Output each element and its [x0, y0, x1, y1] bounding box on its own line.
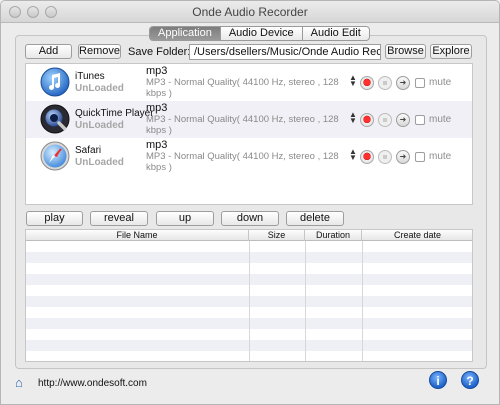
title-bar: Onde Audio Recorder [1, 1, 499, 23]
record-button[interactable] [360, 76, 374, 90]
add-button[interactable]: Add [25, 44, 72, 59]
quality-selector[interactable]: MP3 - Normal Quality( 44100 Hz, stereo ,… [146, 114, 351, 136]
stop-button[interactable] [378, 150, 392, 164]
home-icon[interactable]: ⌂ [15, 375, 23, 390]
column-divider [305, 241, 306, 361]
tab-audio-edit[interactable]: Audio Edit [303, 27, 369, 40]
record-button[interactable] [360, 150, 374, 164]
website-link[interactable]: http://www.ondesoft.com [38, 378, 147, 389]
app-status: UnLoaded [75, 120, 124, 131]
app-window: Onde Audio Recorder Application Audio De… [0, 0, 500, 405]
column-header-duration[interactable]: Duration [305, 230, 362, 241]
format-value: mp3 [146, 102, 168, 114]
save-folder-label: Save Folder: [128, 46, 191, 58]
export-button[interactable]: ➜ [396, 76, 410, 90]
safari-icon [40, 141, 70, 171]
play-button[interactable]: play [26, 211, 83, 226]
window-title: Onde Audio Recorder [192, 5, 308, 19]
column-divider [362, 241, 363, 361]
explore-button[interactable]: Explore [430, 44, 472, 59]
table-header: File Name Size Duration Create date [26, 230, 472, 241]
app-name: QuickTime Player [75, 108, 154, 119]
app-name: Safari [75, 145, 102, 156]
mute-label: mute [429, 114, 452, 125]
quality-selector[interactable]: MP3 - Normal Quality( 44100 Hz, stereo ,… [146, 151, 351, 173]
mute-label: mute [429, 77, 452, 88]
quality-selector[interactable]: MP3 - Normal Quality( 44100 Hz, stereo ,… [146, 77, 351, 99]
help-icon[interactable]: ? [461, 371, 479, 389]
export-button[interactable]: ➜ [396, 113, 410, 127]
export-button[interactable]: ➜ [396, 150, 410, 164]
column-header-create-date[interactable]: Create date [362, 230, 472, 241]
app-row[interactable]: iTunes UnLoaded mp3 MP3 - Normal Quality… [26, 64, 472, 101]
reveal-button[interactable]: reveal [90, 211, 148, 226]
column-divider [249, 241, 250, 361]
file-table: File Name Size Duration Create date [25, 229, 473, 362]
quality-stepper-icon[interactable]: ▲ ▼ [349, 74, 357, 88]
save-folder-field[interactable]: /Users/dsellers/Music/Onde Audio Recorde [189, 44, 381, 60]
down-button[interactable]: down [221, 211, 279, 226]
remove-button[interactable]: Remove [78, 44, 121, 59]
format-value: mp3 [146, 139, 168, 151]
app-name: iTunes [75, 71, 105, 82]
mute-checkbox[interactable] [415, 152, 425, 162]
quality-stepper-icon[interactable]: ▲ ▼ [349, 148, 357, 162]
browse-button[interactable]: Browse [385, 44, 426, 59]
up-button[interactable]: up [156, 211, 214, 226]
mute-checkbox[interactable] [415, 78, 425, 88]
app-status: UnLoaded [75, 83, 124, 94]
quicktime-icon [40, 104, 70, 134]
app-row[interactable]: QuickTime Player UnLoaded mp3 MP3 - Norm… [26, 101, 472, 138]
record-button[interactable] [360, 113, 374, 127]
mute-label: mute [429, 151, 452, 162]
application-list: iTunes UnLoaded mp3 MP3 - Normal Quality… [25, 63, 473, 205]
tab-application[interactable]: Application [150, 27, 221, 40]
mute-checkbox[interactable] [415, 115, 425, 125]
format-value: mp3 [146, 65, 168, 77]
delete-button[interactable]: delete [286, 211, 344, 226]
column-header-file-name[interactable]: File Name [26, 230, 249, 241]
stop-button[interactable] [378, 76, 392, 90]
info-icon[interactable]: i [429, 371, 447, 389]
itunes-icon [40, 67, 70, 97]
tab-audio-device[interactable]: Audio Device [221, 27, 303, 40]
app-row[interactable]: Safari UnLoaded mp3 MP3 - Normal Quality… [26, 138, 472, 175]
stop-button[interactable] [378, 113, 392, 127]
app-status: UnLoaded [75, 157, 124, 168]
tab-bar: Application Audio Device Audio Edit [149, 26, 370, 41]
quality-stepper-icon[interactable]: ▲ ▼ [349, 111, 357, 125]
column-header-size[interactable]: Size [249, 230, 305, 241]
